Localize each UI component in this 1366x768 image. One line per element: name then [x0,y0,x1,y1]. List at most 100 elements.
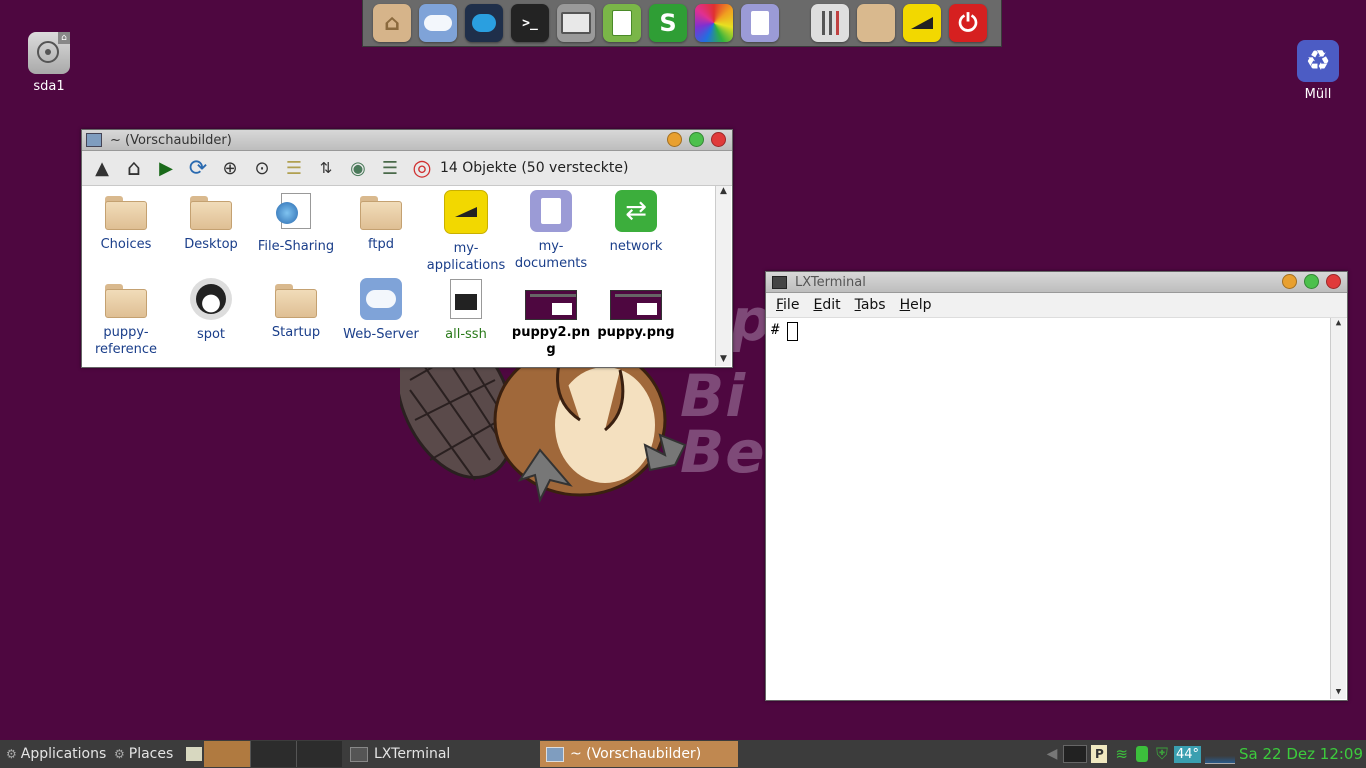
details-icon[interactable]: ☰ [376,154,404,182]
maximize-button[interactable] [1304,274,1319,289]
file-item-label: my-documents [514,239,588,271]
box-icon[interactable] [857,4,895,42]
mixer-icon[interactable] [811,4,849,42]
trash-label: Müll [1304,87,1332,102]
applications-icon: ⚙ [6,747,17,761]
desktop-icon [186,747,202,761]
network-monitor-icon[interactable] [1063,745,1088,763]
help-lifebuoy-icon[interactable]: ◎ [408,154,436,182]
file-item[interactable]: Startup [254,278,338,341]
file-item-label: Desktop [184,237,238,252]
file-item[interactable]: spot [169,278,253,343]
wifi-icon[interactable]: ≋ [1115,745,1128,763]
places-icon: ⚙ [114,747,125,761]
power-icon[interactable]: ⏻ [949,4,987,42]
cursor [787,322,798,341]
show-desktop-button[interactable] [180,741,204,767]
file-item[interactable]: puppy2.png [509,278,593,358]
file-item[interactable]: ⇄ network [594,190,678,255]
spreadsheet-icon[interactable]: S [649,4,687,42]
terminal-icon[interactable]: >_ [511,4,549,42]
task-filemanager-label: ~ (Vorschaubilder) [570,746,702,762]
task-filemanager[interactable]: ~ (Vorschaubilder) [540,741,738,767]
sort-icon[interactable]: ⇅ [312,154,340,182]
cpu-graph-icon [1205,744,1236,764]
maximize-button[interactable] [689,132,704,147]
item-count-status: 14 Objekte (50 versteckte) [440,160,629,176]
dock: ⌂ >_ S ⏻ [362,0,1002,47]
filemanager-window: ~ (Vorschaubilder) ▲ ⌂ ▶ ⟳ ⊕ ⊙ ☰ ⇅ ◉ ☰ ◎… [81,129,733,368]
minimize-button[interactable] [667,132,682,147]
document-icon[interactable] [741,4,779,42]
menu-tabs[interactable]: Tabs [855,297,886,313]
dog-icon [190,278,232,320]
workspace-3[interactable] [296,741,342,767]
filemanager-titlebar[interactable]: ~ (Vorschaubilder) [82,130,732,151]
file-item-label: spot [196,327,226,342]
file-item-label: Web-Server [343,327,419,342]
minimize-button[interactable] [1282,274,1297,289]
zoom-fit-icon[interactable]: ⊙ [248,154,276,182]
writer-icon[interactable] [603,4,641,42]
close-button[interactable] [1326,274,1341,289]
filemanager-window-icon [86,133,102,147]
monitor-icon[interactable] [557,4,595,42]
volume-icon[interactable]: ◀ [1047,746,1058,762]
setup-icon[interactable] [903,4,941,42]
places-menu[interactable]: ⚙ Places [108,741,180,767]
file-item[interactable]: File-Sharing [254,190,338,255]
close-button[interactable] [711,132,726,147]
up-arrow-icon[interactable]: ▲ [88,154,116,182]
file-item[interactable]: my-documents [509,190,593,272]
home-icon[interactable]: ⌂ [120,154,148,182]
script-icon [445,278,487,320]
file-item-label: Choices [100,237,152,252]
recycle-icon: ♻ [1297,40,1339,82]
terminal-title: LXTerminal [795,274,866,290]
terminal-titlebar[interactable]: LXTerminal [766,272,1347,293]
refresh-icon[interactable]: ⟳ [184,154,212,182]
firewall-shield-icon[interactable]: ⛨ [1156,744,1168,764]
drive-status-icon[interactable] [1135,746,1148,762]
list-view-icon[interactable]: ☰ [280,154,308,182]
file-item[interactable]: Web-Server [339,278,423,343]
home-folder-icon[interactable]: ⌂ [373,4,411,42]
file-item-label: network [609,239,663,254]
zoom-in-icon[interactable]: ⊕ [216,154,244,182]
play-icon[interactable]: ▶ [152,154,180,182]
drive-sda1[interactable]: ⌂ sda1 [22,32,76,94]
trash[interactable]: ♻ Müll [1292,40,1344,102]
filemanager-task-icon [546,746,564,762]
workspace-1[interactable] [204,741,250,767]
menu-edit[interactable]: Edit [813,297,840,313]
file-item[interactable]: all-ssh [424,278,508,343]
places-label: Places [128,746,174,762]
applications-menu[interactable]: ⚙ Applications [0,741,108,767]
workspace-2[interactable] [250,741,296,767]
temperature-badge: 44° [1173,745,1202,763]
folder-icon [190,196,232,230]
file-item-label: puppy-reference [94,325,158,357]
cloud-icon [360,278,402,320]
pup-icon[interactable]: P [1091,745,1108,763]
cloud-icon[interactable] [419,4,457,42]
file-item[interactable]: my-applications [424,190,508,274]
terminal-scrollbar[interactable]: ▲ ▼ [1330,318,1346,699]
show-hidden-icon[interactable]: ◉ [344,154,372,182]
file-item[interactable]: Choices [84,190,168,253]
file-item[interactable]: puppy-reference [84,278,168,358]
filemanager-scrollbar[interactable]: ▲ ▼ [715,186,731,366]
filemanager-title: ~ (Vorschaubilder) [110,132,232,148]
terminal-output[interactable]: # ▲ ▼ [766,318,1347,700]
menu-help[interactable]: Help [900,297,932,313]
chat-icon[interactable] [465,4,503,42]
task-lxterminal[interactable]: LXTerminal [344,741,540,767]
file-item[interactable]: Desktop [169,190,253,253]
menu-file[interactable]: File [776,297,799,313]
file-item[interactable]: puppy.png [594,278,678,341]
file-item-label: my-applications [426,241,506,273]
file-item[interactable]: ftpd [339,190,423,253]
file-item-label: all-ssh [445,327,487,342]
folder-icon [275,284,317,318]
color-wheel-icon[interactable] [695,4,733,42]
